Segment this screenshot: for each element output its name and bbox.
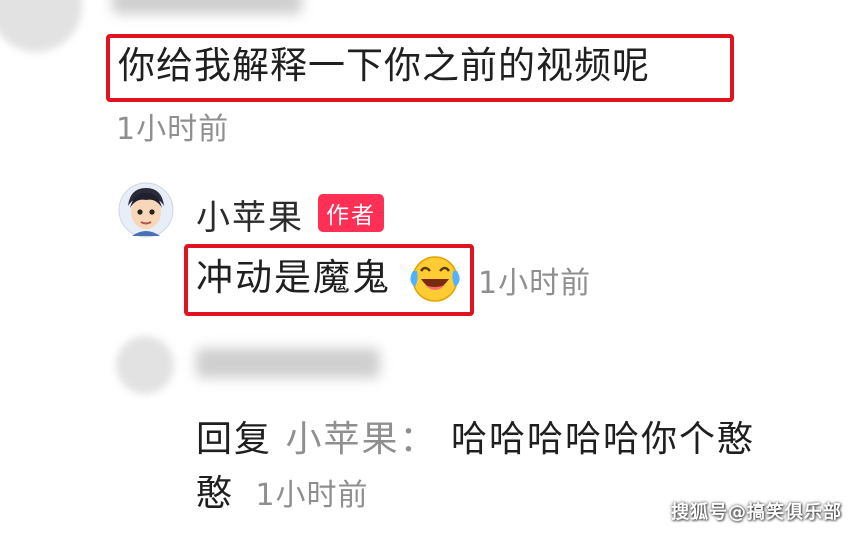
reply-prefix: 回复	[196, 419, 273, 460]
comment-timestamp: 1小时前	[116, 112, 230, 147]
reply-text-line1: 哈哈哈哈哈你个憨	[450, 419, 755, 460]
commenter-username-blurred[interactable]	[112, 0, 302, 14]
reply-content-line1: 回复 小苹果： 哈哈哈哈哈你个憨	[196, 410, 755, 462]
author-reply-timestamp: 1小时前	[478, 266, 592, 301]
reply-text-line2: 憨	[196, 473, 235, 514]
author-reply-text: 冲动是魔鬼	[196, 256, 391, 299]
author-username[interactable]: 小苹果	[196, 190, 304, 239]
reply-content-line2: 憨 1小时前	[196, 464, 369, 516]
replier-username-blurred[interactable]	[196, 348, 380, 378]
replier-avatar[interactable]	[116, 336, 174, 394]
author-badge: 作者	[318, 194, 384, 232]
comment-text: 你给我解释一下你之前的视频呢	[118, 44, 650, 87]
reply2-timestamp: 1小时前	[255, 478, 369, 513]
laughing-crying-face-icon	[407, 253, 463, 303]
commenter-avatar[interactable]	[0, 0, 82, 52]
source-watermark: 搜狐号@搞笑俱乐部	[671, 502, 842, 523]
author-avatar[interactable]	[118, 182, 174, 238]
avatar-cartoon-icon	[118, 182, 174, 238]
reply-target-user[interactable]: 小苹果：	[285, 419, 437, 460]
